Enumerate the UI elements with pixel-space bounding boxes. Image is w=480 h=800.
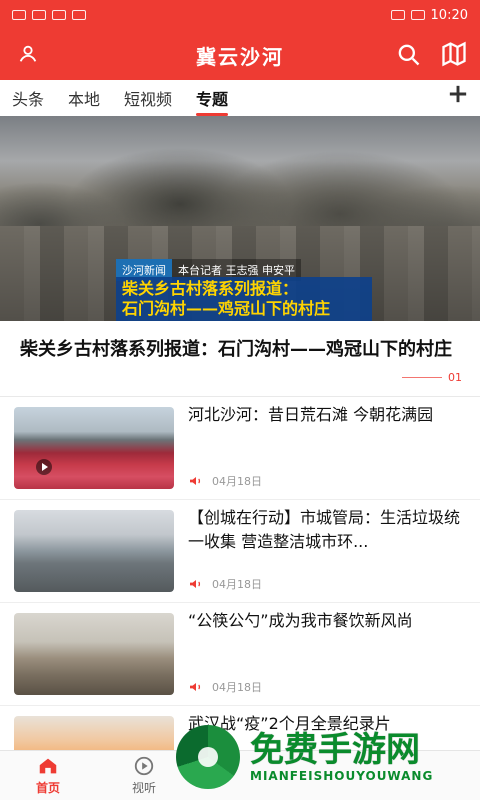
- watermark-subtitle: MIANFEISHOUYOUWANG: [250, 768, 434, 783]
- sound-icon: [190, 683, 201, 691]
- hd-indicator-icon: [12, 10, 26, 20]
- featured-title: 柴关乡古村落系列报道：石门沟村——鸡冠山下的村庄: [20, 339, 452, 360]
- wifi-icon: [52, 10, 66, 20]
- hero-headline-line1: 柴关乡古村落系列报道：: [122, 279, 299, 298]
- tab-short-video[interactable]: 短视频: [124, 80, 172, 116]
- sound-icon: [190, 477, 201, 485]
- item-meta: 04月18日: [188, 473, 262, 489]
- tab-headlines[interactable]: 头条: [12, 80, 44, 116]
- watermark-title: 免费手游网: [250, 729, 420, 770]
- item-date: 04月18日: [212, 578, 262, 591]
- watermark-logo: [176, 724, 240, 789]
- battery-icon: [410, 10, 425, 20]
- thumbnail-image: [14, 407, 174, 489]
- item-date: 04月18日: [212, 475, 262, 488]
- tab-label: 专题: [196, 90, 229, 109]
- hero-headline-line2: 石门沟村——鸡冠山下的村庄: [122, 299, 331, 318]
- item-title: 【创城在行动】市城管局：生活垃圾统一收集 营造整洁城市环...: [188, 508, 461, 551]
- featured-article[interactable]: 柴关乡古村落系列报道：石门沟村——鸡冠山下的村庄 01: [0, 321, 480, 397]
- item-meta: 04月18日: [188, 679, 262, 695]
- status-right: 10:20: [390, 7, 468, 23]
- item-title: 河北沙河：昔日荒石滩 今朝花满园: [188, 405, 434, 424]
- notification-icon: [72, 10, 86, 20]
- featured-index: 01: [402, 371, 462, 384]
- index-number: 01: [448, 371, 462, 384]
- news-list: 河北沙河：昔日荒石滩 今朝花满园 04月18日 【创城在行动】市城管局：生活垃圾…: [0, 397, 480, 753]
- list-item[interactable]: 【创城在行动】市城管局：生活垃圾统一收集 营造整洁城市环... 04月18日: [0, 500, 480, 603]
- hero-headline: 柴关乡古村落系列报道： 石门沟村——鸡冠山下的村庄: [116, 277, 372, 321]
- status-time: 10:20: [430, 7, 468, 23]
- tab-local[interactable]: 本地: [68, 80, 100, 116]
- tab-label: 本地: [68, 90, 101, 109]
- add-channel-button[interactable]: [444, 80, 472, 108]
- item-date: 04月18日: [212, 681, 262, 694]
- app-bar: 冀云沙河: [0, 30, 480, 80]
- user-icon[interactable]: [14, 40, 42, 68]
- tab-label: 头条: [12, 90, 45, 109]
- hero-banner[interactable]: 沙河新闻 本台记者 王志强 申安平 柴关乡古村落系列报道： 石门沟村——鸡冠山下…: [0, 116, 480, 321]
- item-meta: 04月18日: [188, 576, 262, 592]
- list-item[interactable]: “公筷公勺”成为我市餐饮新风尚 04月18日: [0, 603, 480, 706]
- map-icon[interactable]: [440, 40, 468, 68]
- watermark-text: 免费手游网 MIANFEISHOUYOUWANG: [250, 731, 433, 783]
- nav-media-label: 视听: [131, 781, 156, 795]
- tab-label: 短视频: [124, 90, 173, 109]
- channel-tabs: 头条 本地 短视频 专题: [0, 80, 480, 116]
- home-icon: [39, 758, 57, 774]
- index-line: [402, 377, 442, 378]
- thumbnail-image: [14, 510, 174, 592]
- play-circle-icon: [134, 756, 154, 776]
- watermark: 免费手游网 MIANFEISHOUYOUWANG: [176, 713, 476, 800]
- search-icon[interactable]: [394, 40, 422, 68]
- thumbnail-image: [14, 613, 174, 695]
- thumbnail-image: [14, 716, 174, 753]
- status-bar: 10:20: [0, 0, 480, 30]
- signal-icon: [32, 10, 46, 20]
- hero-overlay: 沙河新闻 本台记者 王志强 申安平 柴关乡古村落系列报道： 石门沟村——鸡冠山下…: [116, 259, 372, 321]
- tab-topics[interactable]: 专题: [196, 80, 229, 116]
- sound-icon: [190, 580, 201, 588]
- item-title: “公筷公勺”成为我市餐饮新风尚: [188, 611, 413, 630]
- nav-home[interactable]: 首页: [0, 755, 96, 796]
- app-title: 冀云沙河: [196, 44, 284, 69]
- list-item[interactable]: 河北沙河：昔日荒石滩 今朝花满园 04月18日: [0, 397, 480, 500]
- nav-home-label: 首页: [35, 781, 60, 795]
- alarm-icon: [390, 10, 405, 20]
- status-left: [12, 10, 86, 20]
- play-icon: [36, 459, 52, 475]
